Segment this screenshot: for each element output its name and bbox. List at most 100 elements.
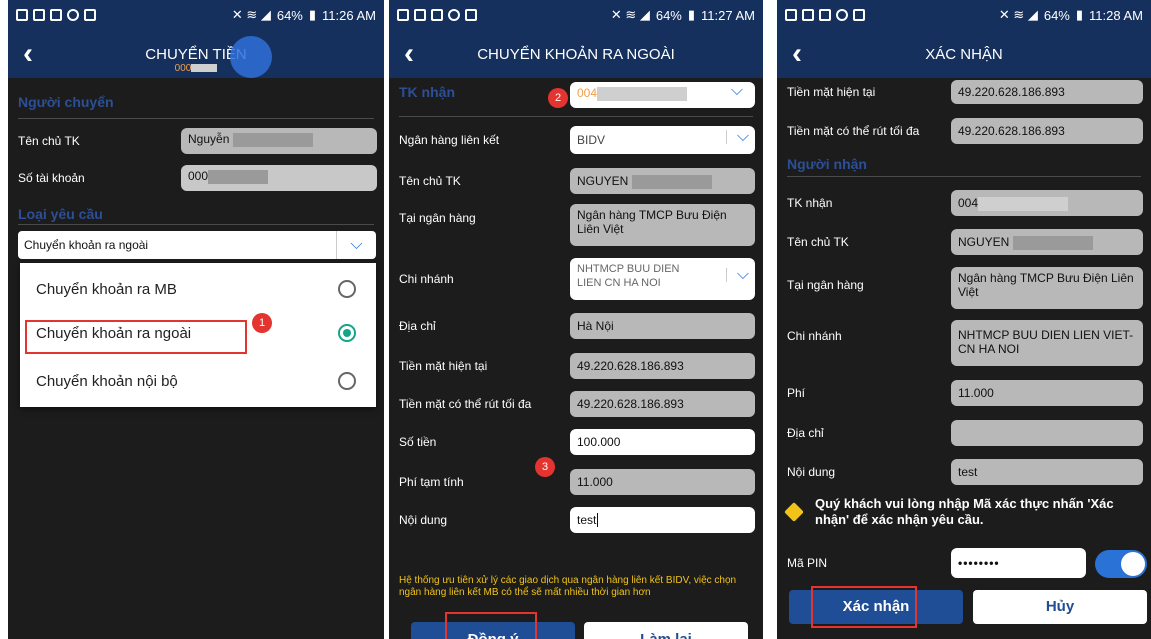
notification-icon <box>853 9 865 21</box>
screen-external-transfer: ✕ ≋ ◢ 64% ▮ 11:27 AM ‹ CHUYỂN KHOẢN RA N… <box>389 0 763 639</box>
branch-dropdown[interactable]: NHTMCP BUU DIEN LIEN CN HA NOI ⌵ <box>570 258 755 300</box>
at-bank-label: Tại ngân hàng <box>399 211 476 225</box>
header: ‹ XÁC NHẬN <box>777 30 1151 78</box>
notification-icon <box>33 9 45 21</box>
request-type-dropdown[interactable]: Chuyển khoản ra ngoài ⌵ <box>18 231 376 259</box>
highlight-box <box>445 612 537 639</box>
notification-icon <box>50 9 62 21</box>
max-cash-label: Tiền mặt có thể rút tối đa <box>399 397 532 411</box>
owner-field: NGUYEN <box>951 229 1143 255</box>
receiver-account-dropdown[interactable]: 004 ⌵ <box>570 82 755 108</box>
max-cash-field: 49.220.628.186.893 <box>951 118 1143 144</box>
branch-field: NHTMCP BUU DIEN LIEN VIET-CN HA NOI <box>951 320 1143 366</box>
notification-icon <box>67 9 79 21</box>
max-cash-field: 49.220.628.186.893 <box>570 391 755 417</box>
cash-label: Tiền mặt hiện tại <box>399 359 488 373</box>
screen-confirm: ✕ ≋ ◢ 64% ▮ 11:28 AM ‹ XÁC NHẬN Tiền mặt… <box>777 0 1151 639</box>
screen-transfer: ✕ ≋ ◢ 64% ▮ 11:26 AM ‹ CHUYỂN TIỀN 000 N… <box>8 0 384 639</box>
notification-icon <box>84 9 96 21</box>
radio-icon <box>338 280 356 298</box>
content-label: Nội dung <box>399 513 448 527</box>
chevron-down-icon: ⌵ <box>725 267 749 283</box>
page-title: CHUYỂN TIỀN <box>145 46 247 63</box>
fee-label: Phí <box>787 386 806 400</box>
header: ‹ CHUYỂN KHOẢN RA NGOÀI <box>389 30 763 78</box>
receiver-field: 004 <box>951 190 1143 216</box>
at-bank-label: Tại ngân hàng <box>787 278 864 292</box>
receiver-label: TK nhận <box>787 196 833 210</box>
notification-icon <box>397 9 409 21</box>
notification-icons <box>397 9 477 21</box>
clock: 11:26 AM <box>322 7 376 23</box>
battery-level: 64% <box>276 7 303 23</box>
highlight-box <box>811 586 917 628</box>
reset-button[interactable]: Làm lại <box>584 622 748 639</box>
signal-icon: ✕ ≋ ◢ <box>610 7 650 22</box>
request-section-title: Loại yêu cầu <box>18 206 103 222</box>
address-label: Địa chỉ <box>787 426 824 440</box>
address-label: Địa chỉ <box>399 319 436 333</box>
chevron-down-icon: ⌵ <box>336 231 376 259</box>
biometric-toggle[interactable] <box>1095 550 1147 578</box>
address-field <box>951 420 1143 446</box>
notification-icon <box>448 9 460 21</box>
status-bar: ✕ ≋ ◢ 64% ▮ 11:27 AM <box>389 0 763 30</box>
account-field: 000 <box>181 165 377 191</box>
owner-label: Tên chủ TK <box>787 235 849 249</box>
receiver-section-title: Người nhận <box>787 156 867 172</box>
sender-section-title: Người chuyển <box>18 94 114 110</box>
status-bar: ✕ ≋ ◢ 64% ▮ 11:26 AM <box>8 0 384 30</box>
fee-label: Phí tạm tính <box>399 475 464 489</box>
notification-icon <box>16 9 28 21</box>
battery-icon: ▮ <box>1075 7 1084 22</box>
address-field: Hà Nội <box>570 313 755 339</box>
at-bank-field: Ngân hàng TMCP Bưu Điện Liên Việt <box>951 267 1143 309</box>
owner-label: Tên chủ TK <box>18 134 80 148</box>
content-field: test <box>951 459 1143 485</box>
toggle-knob <box>1121 552 1145 576</box>
battery-icon: ▮ <box>687 7 696 22</box>
bank-label: Ngân hàng liên kết <box>399 133 500 147</box>
warning-icon <box>784 502 804 522</box>
notification-icon <box>431 9 443 21</box>
owner-label: Tên chủ TK <box>399 174 461 188</box>
receiver-label: TK nhận <box>399 84 455 100</box>
chevron-down-icon: ⌵ <box>725 129 749 145</box>
fee-field: 11.000 <box>951 380 1143 406</box>
bank-dropdown[interactable]: BIDV ⌵ <box>570 126 755 154</box>
branch-label: Chi nhánh <box>399 272 454 286</box>
highlight-box <box>25 320 247 354</box>
signal-icon: ✕ ≋ ◢ <box>998 7 1038 22</box>
clock: 11:27 AM <box>701 7 755 23</box>
notification-icon <box>819 9 831 21</box>
pin-input[interactable]: •••••••• <box>951 548 1086 578</box>
page-title: CHUYỂN KHOẢN RA NGOÀI <box>477 46 675 63</box>
account-label: Số tài khoản <box>18 171 85 185</box>
battery-level: 64% <box>1043 7 1070 23</box>
battery-level: 64% <box>655 7 682 23</box>
notification-icon <box>465 9 477 21</box>
cancel-button[interactable]: Hủy <box>973 590 1147 624</box>
notification-icons <box>16 9 96 21</box>
step-badge: 1 <box>252 313 272 333</box>
max-cash-label: Tiền mặt có thể rút tối đa <box>787 124 920 138</box>
content-label: Nội dung <box>787 465 836 479</box>
notification-icon <box>802 9 814 21</box>
chevron-down-icon: ⌵ <box>730 82 743 99</box>
radio-checked-icon <box>338 324 356 342</box>
battery-icon: ▮ <box>308 7 317 22</box>
option-item[interactable]: Chuyển khoản nội bộ <box>20 367 376 397</box>
at-bank-field: Ngân hàng TMCP Bưu Điện Liên Việt <box>570 204 755 246</box>
option-item[interactable]: Chuyển khoản ra MB <box>20 275 376 305</box>
content-input[interactable]: test <box>570 507 755 533</box>
confirm-notice: Quý khách vui lòng nhập Mã xác thực nhấn… <box>815 496 1114 527</box>
owner-field: NGUYEN <box>570 168 755 194</box>
status-bar: ✕ ≋ ◢ 64% ▮ 11:28 AM <box>777 0 1151 30</box>
step-badge: 2 <box>548 88 568 108</box>
header: ‹ CHUYỂN TIỀN 000 <box>8 30 384 78</box>
radio-icon <box>338 372 356 390</box>
clock: 11:28 AM <box>1089 7 1143 23</box>
notification-icon <box>785 9 797 21</box>
amount-input[interactable]: 100.000 <box>570 429 755 455</box>
notification-icon <box>836 9 848 21</box>
